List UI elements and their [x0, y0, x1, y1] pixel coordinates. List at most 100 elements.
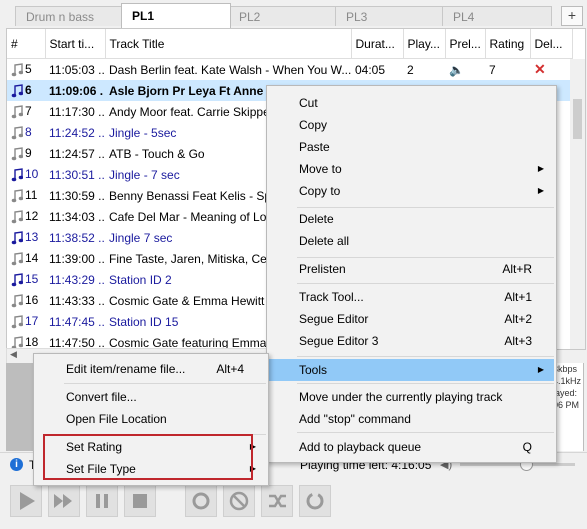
loop-icon [306, 492, 324, 510]
tab-pl1[interactable]: PL1 [121, 3, 231, 28]
delete-x-icon[interactable]: ✕ [534, 61, 546, 77]
music-note-icon [11, 273, 23, 287]
scrollbar-thumb[interactable] [573, 99, 582, 139]
stop-button[interactable] [124, 485, 156, 517]
play-button[interactable] [10, 485, 42, 517]
block-button[interactable] [223, 485, 255, 517]
music-note-icon [11, 294, 23, 308]
menu-item-label: Delete [299, 212, 334, 226]
submenu-item-convert-file[interactable]: Convert file... [36, 386, 266, 408]
submenu-arrow-icon: ▶ [537, 186, 544, 195]
menu-item-shortcut: Alt+R [502, 262, 532, 276]
scroll-left-arrow-icon[interactable]: ◀ [10, 349, 17, 360]
tab-drum-n-bass[interactable]: Drum n bass [15, 6, 123, 26]
playlist-tab-bar: Drum n bass PL1 PL2 PL3 PL4 + [0, 0, 587, 28]
tools-submenu: Edit item/rename file... Alt+4 Convert fil… [33, 353, 269, 486]
menu-item-label: Tools [299, 363, 328, 377]
cell-start-time: 11:05:03 ... [49, 62, 105, 77]
cell-start-time: 11:43:29 ... [49, 272, 105, 287]
tab-pl2[interactable]: PL2 [228, 6, 338, 26]
pause-icon [96, 494, 108, 508]
menu-item-copy[interactable]: Copy [269, 114, 554, 136]
vertical-scrollbar[interactable] [570, 59, 585, 349]
cell-rating: 7 [489, 62, 496, 77]
menu-item-label: Cut [299, 96, 318, 110]
menu-item-shortcut: Alt+3 [504, 334, 532, 348]
menu-item-label: Delete all [299, 234, 350, 248]
menu-item-copy-to[interactable]: Copy to ▶ [269, 180, 554, 202]
loop-button[interactable] [299, 485, 331, 517]
played-time: 06 PM [553, 400, 580, 410]
cell-number: 10 [7, 164, 45, 185]
col-header-start-time[interactable]: Start ti... [45, 29, 106, 59]
menu-separator [297, 432, 554, 433]
menu-item-prelisten[interactable]: Prelisten Alt+R [269, 258, 554, 280]
cell-number: 17 [7, 311, 45, 332]
played-label: layed: [553, 388, 578, 398]
music-note-icon [11, 210, 23, 224]
speaker-icon[interactable]: 🔈 [449, 63, 464, 77]
col-header-duration[interactable]: Durat... [351, 29, 404, 59]
menu-item-paste[interactable]: Paste [269, 136, 554, 158]
row-number: 18 [25, 335, 39, 350]
add-tab-button[interactable]: + [561, 6, 583, 26]
cell-number: 13 [7, 227, 45, 248]
menu-item-segue-editor-3[interactable]: Segue Editor 3 Alt+3 [269, 330, 554, 352]
table-row[interactable]: 5 11:05:03 ... Dash Berlin feat. Kate Wals… [7, 59, 572, 81]
shuffle-icon [269, 494, 286, 508]
fast-forward-icon [54, 494, 72, 508]
row-number: 6 [25, 83, 32, 98]
cell-start-time: 11:24:52 ... [49, 125, 105, 140]
music-note-icon [11, 63, 23, 77]
rewind-icon [192, 492, 210, 510]
menu-item-shortcut: Alt+2 [504, 312, 532, 326]
volume-slider[interactable] [460, 458, 575, 471]
menu-item-delete-all[interactable]: Delete all [269, 230, 554, 252]
shuffle-button[interactable] [261, 485, 293, 517]
track-context-menu: Cut Copy Paste Move to ▶ Copy to ▶ Delete Delete… [266, 85, 557, 463]
menu-item-track-tool[interactable]: Track Tool... Alt+1 [269, 286, 554, 308]
col-header-delete[interactable]: Del... [530, 29, 573, 59]
menu-item-label: Add "stop" command [299, 412, 411, 426]
repeat-button[interactable] [185, 485, 217, 517]
col-header-prelisten[interactable]: Prel... [445, 29, 486, 59]
cell-prelisten[interactable]: 🔈 [445, 59, 485, 81]
menu-item-shortcut: Alt+4 [216, 362, 244, 376]
menu-item-move-to[interactable]: Move to ▶ [269, 158, 554, 180]
cell-start-time: 11:09:06 . [45, 80, 105, 101]
next-button[interactable] [48, 485, 80, 517]
cell-start-time: 11:30:59 ... [49, 188, 105, 203]
samplerate-text: 4.1kHz [553, 376, 582, 386]
cell-delete[interactable]: ✕ [530, 59, 572, 81]
row-number: 11 [25, 188, 38, 203]
cell-number: 12 [7, 206, 45, 227]
menu-item-label: Segue Editor [299, 312, 369, 326]
pause-button[interactable] [86, 485, 118, 517]
col-header-number[interactable]: # [7, 29, 46, 59]
tab-pl3[interactable]: PL3 [335, 6, 445, 26]
menu-item-cut[interactable]: Cut [269, 92, 554, 114]
col-header-plays[interactable]: Play... [403, 29, 446, 59]
menu-item-segue-editor[interactable]: Segue Editor Alt+2 [269, 308, 554, 330]
col-header-track-title[interactable]: Track Title [105, 29, 352, 59]
menu-item-label: Move under the currently playing track [299, 390, 503, 404]
cell-start-time: 11:39:00 ... [49, 251, 105, 266]
menu-item-label: Move to [299, 162, 342, 176]
row-number: 15 [25, 272, 39, 287]
submenu-item-edit-rename[interactable]: Edit item/rename file... Alt+4 [36, 358, 266, 380]
cell-number: 8 [7, 122, 45, 143]
menu-item-add-stop[interactable]: Add "stop" command [269, 408, 554, 430]
menu-item-label: Copy to [299, 184, 341, 198]
submenu-item-open-file-location[interactable]: Open File Location [36, 408, 266, 430]
tab-pl4[interactable]: PL4 [442, 6, 552, 26]
music-note-icon [11, 168, 23, 182]
row-number: 7 [25, 104, 32, 119]
menu-item-move-under-playing[interactable]: Move under the currently playing track [269, 386, 554, 408]
menu-item-add-to-queue[interactable]: Add to playback queue Q [269, 436, 554, 458]
menu-item-tools[interactable]: Tools ▶ [269, 359, 554, 381]
menu-item-delete[interactable]: Delete [269, 208, 554, 230]
info-icon[interactable]: i [10, 458, 23, 471]
menu-item-label: Edit item/rename file... [66, 362, 186, 376]
col-header-rating[interactable]: Rating [485, 29, 531, 59]
music-note-icon [11, 315, 23, 329]
